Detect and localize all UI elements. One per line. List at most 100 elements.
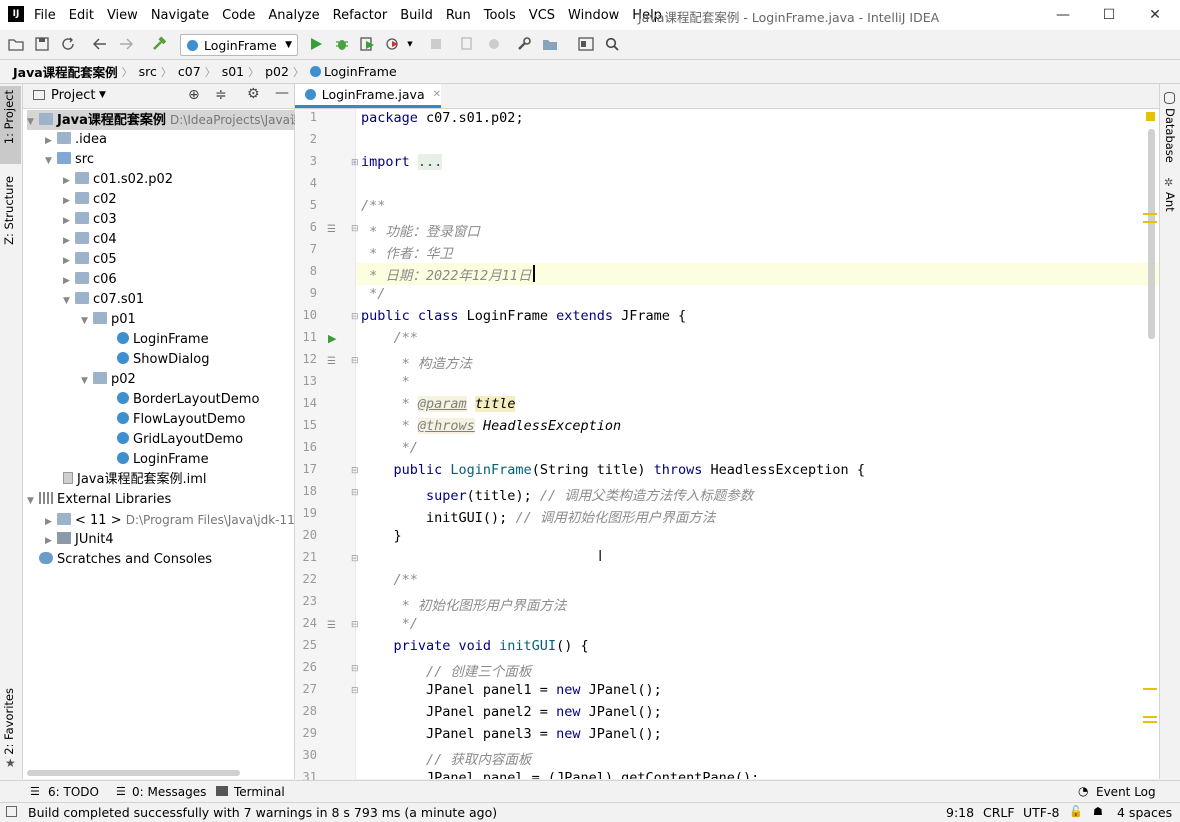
- save-icon[interactable]: [34, 36, 50, 52]
- stop-icon[interactable]: [428, 36, 444, 52]
- menu-navigate[interactable]: Navigate: [151, 8, 209, 23]
- menu-refactor[interactable]: Refactor: [333, 8, 388, 23]
- inspector-icon[interactable]: ☗: [1093, 805, 1103, 818]
- close-window-button[interactable]: ✕: [1132, 0, 1178, 30]
- menu-view[interactable]: View: [107, 8, 138, 23]
- vertical-scrollbar[interactable]: [1148, 129, 1155, 339]
- layout-icon[interactable]: [578, 36, 594, 52]
- tree-item-iml-file[interactable]: Java课程配套案例.iml: [63, 470, 206, 490]
- project-panel-title[interactable]: Project: [51, 88, 95, 103]
- minimize-button[interactable]: —: [1040, 0, 1086, 30]
- line-separator[interactable]: CRLF: [983, 805, 1015, 820]
- fold-icon[interactable]: ⊟: [351, 356, 359, 366]
- menu-window[interactable]: Window: [568, 8, 619, 23]
- run-configuration-select[interactable]: LoginFrame ▼: [180, 34, 298, 56]
- doc-render-icon[interactable]: ☰: [327, 620, 336, 631]
- tree-item-package[interactable]: ▶ c06: [63, 270, 117, 290]
- fold-icon[interactable]: ⊟: [351, 554, 359, 564]
- chevron-down-icon[interactable]: ▼: [99, 90, 106, 100]
- fold-icon[interactable]: ⊟: [351, 224, 359, 234]
- build-hammer-icon[interactable]: [151, 36, 167, 52]
- ant-tool-tab[interactable]: Ant: [1163, 192, 1177, 212]
- warning-marker[interactable]: [1143, 721, 1157, 723]
- tool-windows-icon[interactable]: [6, 806, 17, 817]
- locate-icon[interactable]: ⊕: [188, 87, 200, 103]
- profile-icon[interactable]: [386, 36, 402, 52]
- structure-tool-tab[interactable]: Z: Structure: [2, 176, 16, 245]
- doc-render-icon[interactable]: ☰: [327, 224, 336, 235]
- folded-imports[interactable]: ...: [417, 154, 443, 170]
- tree-item-class[interactable]: BorderLayoutDemo: [117, 390, 259, 410]
- sync-icon[interactable]: [60, 36, 76, 52]
- forward-arrow-icon[interactable]: [118, 36, 134, 52]
- lock-icon[interactable]: 🔓: [1069, 805, 1083, 818]
- tree-item-junit[interactable]: ▶ JUnit4: [45, 530, 114, 550]
- menu-edit[interactable]: Edit: [69, 8, 94, 23]
- hide-icon[interactable]: —: [275, 85, 289, 101]
- warning-marker[interactable]: [1143, 213, 1157, 215]
- inspection-status-icon[interactable]: [1146, 112, 1155, 121]
- warning-marker[interactable]: [1143, 716, 1157, 718]
- project-tool-tab[interactable]: 1: Project: [2, 90, 16, 144]
- breadcrumb-src[interactable]: src: [133, 64, 161, 79]
- menu-tools[interactable]: Tools: [484, 8, 516, 23]
- tree-item-package[interactable]: ▶ c01.s02.p02: [63, 170, 173, 190]
- doc-render-icon[interactable]: ☰: [327, 356, 336, 367]
- tree-item-package[interactable]: ▶ c02: [63, 190, 117, 210]
- fold-icon[interactable]: ⊟: [351, 466, 359, 476]
- menu-analyze[interactable]: Analyze: [268, 8, 319, 23]
- tree-item-project-root[interactable]: ▼ Java课程配套案例 D:\IdeaProjects\Java课: [27, 110, 302, 130]
- tree-item-scratches[interactable]: Scratches and Consoles: [39, 550, 212, 570]
- tree-item-package[interactable]: ▶ c04: [63, 230, 117, 250]
- tree-item-package[interactable]: ▼ p01: [81, 310, 136, 330]
- fold-icon[interactable]: ⊟: [351, 664, 359, 674]
- run-gutter-icon[interactable]: ▶: [328, 332, 336, 345]
- warning-marker[interactable]: [1143, 688, 1157, 690]
- search-icon[interactable]: [604, 36, 620, 52]
- horizontal-scrollbar[interactable]: [27, 770, 240, 776]
- caret-position[interactable]: 9:18: [946, 805, 974, 820]
- tree-item-class[interactable]: LoginFrame: [117, 330, 209, 350]
- tree-item-jdk[interactable]: ▶ < 11 > D:\Program Files\Java\jdk-11: [45, 510, 295, 530]
- menu-vcs[interactable]: VCS: [529, 8, 555, 23]
- tree-item-idea[interactable]: ▶ .idea: [45, 130, 107, 150]
- breadcrumb-s01[interactable]: s01: [216, 64, 248, 79]
- fold-icon[interactable]: ⊟: [351, 686, 359, 696]
- tree-item-package[interactable]: ▼ c07.s01: [63, 290, 144, 310]
- breadcrumb-p02[interactable]: p02: [259, 64, 293, 79]
- terminal-tool-tab[interactable]: Terminal: [234, 785, 285, 799]
- tree-item-package[interactable]: ▶ c05: [63, 250, 117, 270]
- tree-item-class[interactable]: LoginFrame: [117, 450, 209, 470]
- run-icon[interactable]: [308, 36, 324, 52]
- menu-code[interactable]: Code: [222, 8, 255, 23]
- project-structure-icon[interactable]: [542, 36, 558, 52]
- favorites-tool-tab[interactable]: 2: Favorites: [2, 688, 16, 755]
- fold-icon[interactable]: ⊟: [351, 488, 359, 498]
- indent-setting[interactable]: 4 spaces: [1117, 805, 1172, 820]
- maximize-button[interactable]: ☐: [1086, 0, 1132, 30]
- menu-file[interactable]: File: [34, 8, 56, 23]
- breadcrumb-c07[interactable]: c07: [172, 64, 205, 79]
- status-message[interactable]: Build completed successfully with 7 warn…: [28, 805, 497, 820]
- gear-icon[interactable]: ⚙: [247, 86, 260, 102]
- menu-build[interactable]: Build: [400, 8, 433, 23]
- fold-icon[interactable]: ⊟: [351, 620, 359, 630]
- editor-tab-loginframe[interactable]: LoginFrame.java ✕: [295, 84, 441, 108]
- collapse-all-icon[interactable]: ≑: [215, 87, 227, 103]
- tree-item-package[interactable]: ▶ c03: [63, 210, 117, 230]
- file-encoding[interactable]: UTF-8: [1023, 805, 1059, 820]
- menu-run[interactable]: Run: [446, 8, 471, 23]
- tree-item-class[interactable]: FlowLayoutDemo: [117, 410, 246, 430]
- debug-icon[interactable]: [334, 36, 350, 52]
- tree-item-class[interactable]: ShowDialog: [117, 350, 209, 370]
- close-icon[interactable]: ✕: [433, 89, 441, 100]
- back-arrow-icon[interactable]: [92, 36, 108, 52]
- database-tool-tab[interactable]: Database: [1163, 108, 1177, 163]
- breadcrumb-project[interactable]: Java课程配套案例: [0, 62, 122, 81]
- breadcrumb-loginframe[interactable]: LoginFrame: [324, 64, 397, 79]
- code-area[interactable]: 1 2 3 4 5 6 7 8 9 10 11 12 13 14 15 16 1…: [295, 110, 1145, 784]
- fold-icon[interactable]: ⊟: [351, 312, 359, 322]
- open-folder-icon[interactable]: [8, 36, 24, 52]
- run-with-coverage-icon[interactable]: [360, 36, 376, 52]
- wrench-icon[interactable]: [516, 36, 532, 52]
